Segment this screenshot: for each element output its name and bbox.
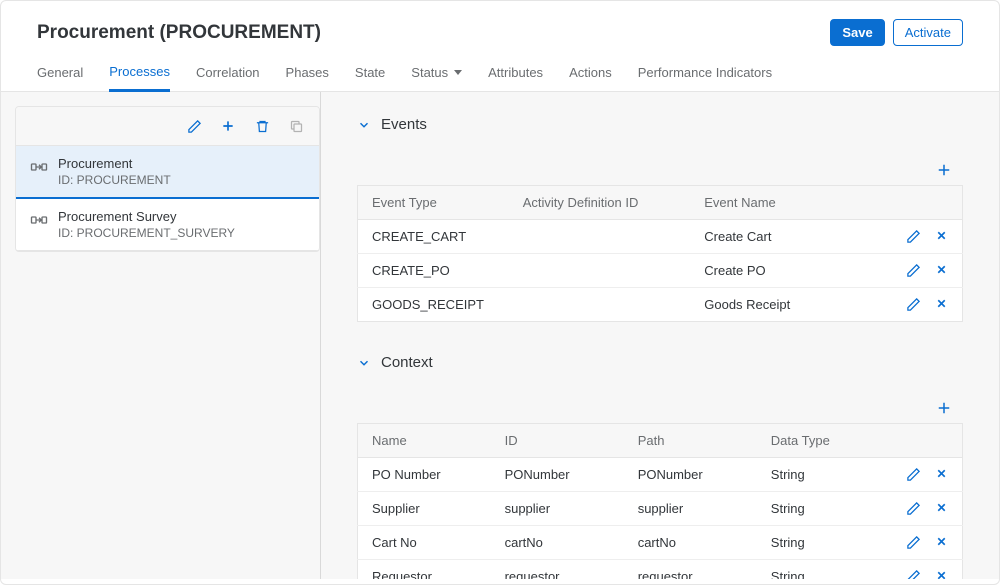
process-icon: [30, 211, 48, 229]
process-icon: [30, 158, 48, 176]
context-col-path: Path: [624, 424, 757, 458]
event-name-cell: Create PO: [690, 254, 890, 288]
tab-state[interactable]: State: [355, 64, 385, 91]
edit-icon[interactable]: [185, 117, 203, 135]
table-row: CREATE_CART Create Cart: [358, 220, 963, 254]
context-path-cell: supplier: [624, 492, 757, 526]
context-dtype-cell: String: [757, 492, 890, 526]
sidebar-item-label: Procurement Survey: [58, 209, 235, 224]
tab-actions[interactable]: Actions: [569, 64, 612, 91]
edit-row-icon[interactable]: [906, 501, 921, 516]
table-row: PO NumberPONumberPONumberString: [358, 458, 963, 492]
delete-row-icon[interactable]: [935, 535, 948, 550]
table-row: Cart NocartNocartNoString: [358, 526, 963, 560]
delete-icon[interactable]: [253, 117, 271, 135]
context-dtype-cell: String: [757, 560, 890, 580]
context-id-cell: supplier: [491, 492, 624, 526]
delete-row-icon[interactable]: [935, 467, 948, 482]
add-icon[interactable]: [219, 117, 237, 135]
context-col-id: ID: [491, 424, 624, 458]
copy-icon[interactable]: [287, 117, 305, 135]
events-col-type: Event Type: [358, 186, 509, 220]
edit-row-icon[interactable]: [906, 229, 921, 244]
table-row: RequestorrequestorrequestorString: [358, 560, 963, 580]
edit-row-icon[interactable]: [906, 263, 921, 278]
tab-status[interactable]: Status: [411, 64, 462, 91]
event-activity-cell: [509, 220, 691, 254]
event-name-cell: Create Cart: [690, 220, 890, 254]
add-event-button[interactable]: [935, 161, 953, 179]
chevron-down-icon: [454, 70, 462, 75]
context-name-cell: Supplier: [358, 492, 491, 526]
event-type-cell: CREATE_PO: [358, 254, 509, 288]
table-row: SuppliersuppliersupplierString: [358, 492, 963, 526]
context-id-cell: requestor: [491, 560, 624, 580]
add-context-button[interactable]: [935, 399, 953, 417]
context-path-cell: requestor: [624, 560, 757, 580]
chevron-down-icon: [357, 356, 371, 370]
edit-row-icon[interactable]: [906, 535, 921, 550]
context-id-cell: cartNo: [491, 526, 624, 560]
edit-row-icon[interactable]: [906, 297, 921, 312]
section-toggle-context[interactable]: Context: [357, 354, 963, 371]
context-col-name: Name: [358, 424, 491, 458]
activate-button[interactable]: Activate: [893, 19, 963, 46]
page-title: Procurement (PROCUREMENT): [37, 22, 321, 44]
context-col-dtype: Data Type: [757, 424, 890, 458]
event-activity-cell: [509, 288, 691, 322]
section-title: Context: [381, 354, 433, 371]
tab-attributes[interactable]: Attributes: [488, 64, 543, 91]
sidebar-item-procurement[interactable]: Procurement ID: PROCUREMENT: [16, 146, 319, 199]
section-title: Events: [381, 116, 427, 133]
delete-row-icon[interactable]: [935, 297, 948, 312]
events-col-name: Event Name: [690, 186, 890, 220]
tab-performance-indicators[interactable]: Performance Indicators: [638, 64, 772, 91]
edit-row-icon[interactable]: [906, 569, 921, 579]
section-toggle-events[interactable]: Events: [357, 116, 963, 133]
edit-row-icon[interactable]: [906, 467, 921, 482]
event-activity-cell: [509, 254, 691, 288]
event-name-cell: Goods Receipt: [690, 288, 890, 322]
sidebar-item-label: Procurement: [58, 156, 171, 171]
table-row: GOODS_RECEIPT Goods Receipt: [358, 288, 963, 322]
context-dtype-cell: String: [757, 458, 890, 492]
tab-general[interactable]: General: [37, 64, 83, 91]
delete-row-icon[interactable]: [935, 263, 948, 278]
save-button[interactable]: Save: [830, 19, 884, 46]
context-name-cell: Requestor: [358, 560, 491, 580]
context-dtype-cell: String: [757, 526, 890, 560]
sidebar-item-procurement-survey[interactable]: Procurement Survey ID: PROCUREMENT_SURVE…: [16, 199, 319, 251]
delete-row-icon[interactable]: [935, 229, 948, 244]
context-path-cell: cartNo: [624, 526, 757, 560]
tab-correlation[interactable]: Correlation: [196, 64, 260, 91]
event-type-cell: CREATE_CART: [358, 220, 509, 254]
tab-bar: General Processes Correlation Phases Sta…: [1, 46, 999, 92]
context-path-cell: PONumber: [624, 458, 757, 492]
sidebar-item-id: ID: PROCUREMENT: [58, 173, 171, 187]
chevron-down-icon: [357, 118, 371, 132]
context-table: Name ID Path Data Type PO NumberPONumber…: [357, 423, 963, 579]
events-col-activity: Activity Definition ID: [509, 186, 691, 220]
delete-row-icon[interactable]: [935, 569, 948, 579]
event-type-cell: GOODS_RECEIPT: [358, 288, 509, 322]
events-table: Event Type Activity Definition ID Event …: [357, 185, 963, 322]
tab-phases[interactable]: Phases: [286, 64, 329, 91]
context-name-cell: PO Number: [358, 458, 491, 492]
context-id-cell: PONumber: [491, 458, 624, 492]
table-row: CREATE_PO Create PO: [358, 254, 963, 288]
sidebar-item-id: ID: PROCUREMENT_SURVERY: [58, 226, 235, 240]
context-name-cell: Cart No: [358, 526, 491, 560]
tab-processes[interactable]: Processes: [109, 64, 170, 92]
delete-row-icon[interactable]: [935, 501, 948, 516]
